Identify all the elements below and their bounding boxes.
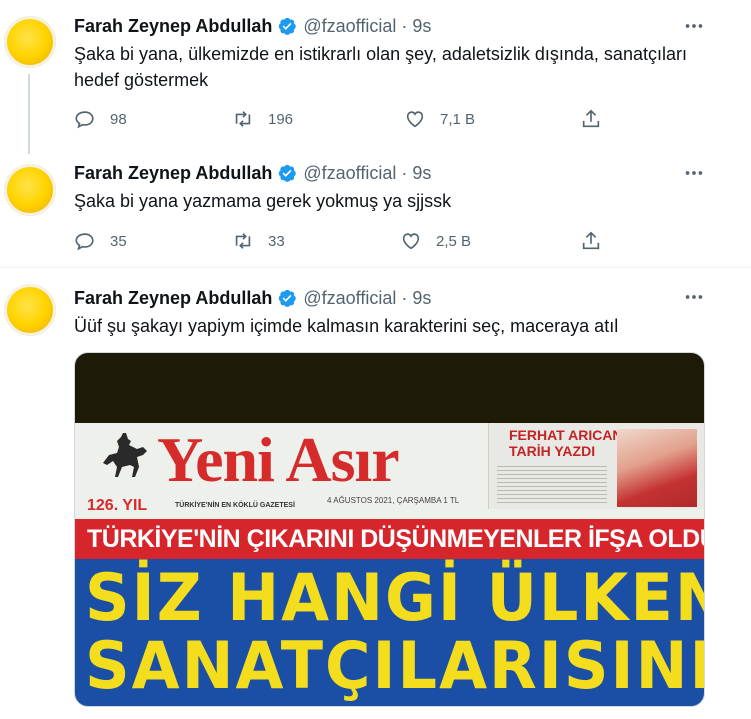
side-story-title-line-2: TARİH YAZDI: [509, 443, 596, 459]
more-options-icon[interactable]: [683, 15, 705, 37]
share-icon: [582, 109, 600, 128]
newspaper-side-story: FERHAT ARICAN TARİH YAZDI: [488, 423, 704, 509]
reply-count: 98: [110, 110, 127, 128]
retweet-count: 196: [268, 110, 294, 128]
separator-dot: ·: [401, 15, 408, 36]
more-options-icon[interactable]: [683, 162, 705, 184]
retweet-button[interactable]: 196: [232, 106, 293, 132]
retweet-icon: [235, 233, 251, 249]
share-icon: [582, 231, 600, 250]
avatar[interactable]: [4, 16, 56, 68]
tweet-header: Farah Zeynep Abdullah @fzaofficial · 9s: [74, 14, 431, 38]
tweet-1[interactable]: Farah Zeynep Abdullah @fzaofficial · 9s …: [0, 0, 751, 154]
tweet-header: Farah Zeynep Abdullah @fzaofficial · 9s: [74, 161, 431, 185]
newspaper-masthead: Yeni Asır: [157, 424, 400, 495]
tweet-actions: 35 33 2,5 B: [74, 228, 614, 254]
tweet-text: Üüf şu şakayı yapiym içimde kalmasın kar…: [74, 316, 619, 336]
share-button[interactable]: [580, 106, 602, 132]
share-button[interactable]: [580, 228, 602, 254]
verified-badge-icon: [279, 164, 297, 182]
timestamp[interactable]: 9s: [412, 288, 431, 309]
newspaper-year: 126. YIL: [87, 497, 148, 514]
like-count: 7,1 B: [440, 110, 476, 128]
horse-rider-logo-icon: [103, 433, 147, 477]
like-button[interactable]: 2,5 B: [400, 228, 471, 254]
separator-dot: ·: [401, 287, 408, 308]
author-name[interactable]: Farah Zeynep Abdullah: [74, 16, 272, 37]
verified-badge-icon: [279, 289, 297, 307]
like-count: 2,5 B: [436, 232, 472, 250]
main-headline-line-2: SANATÇILARISINIZ: [85, 627, 705, 704]
reply-button[interactable]: 35: [74, 228, 127, 254]
author-name[interactable]: Farah Zeynep Abdullah: [74, 288, 272, 309]
newspaper-front-page: Yeni Asır 126. YIL TÜRKİYE'NİN EN KÖKLÜ …: [75, 423, 705, 706]
like-icon: [402, 233, 420, 250]
tweet-text: Şaka bi yana yazmama gerek yokmuş ya sjj…: [74, 191, 452, 211]
avatar[interactable]: [4, 164, 56, 216]
tweet-2[interactable]: Farah Zeynep Abdullah @fzaofficial · 9s …: [0, 150, 751, 267]
tweet-actions: 98 196 7,1 B: [74, 106, 614, 132]
reply-count: 35: [110, 232, 127, 250]
side-story-photo: [617, 429, 697, 507]
tweet-media-image[interactable]: Yeni Asır 126. YIL TÜRKİYE'NİN EN KÖKLÜ …: [74, 352, 705, 707]
newspaper-slogan: TÜRKİYE'NİN EN KÖKLÜ GAZETESİ: [175, 502, 295, 509]
newspaper-date: 4 AĞUSTOS 2021, ÇARŞAMBA 1 TL: [327, 496, 460, 505]
main-headline-line-1: SİZ HANGİ ÜLKENİN: [85, 559, 704, 636]
timestamp[interactable]: 9s: [412, 163, 431, 184]
tweet-text: Şaka bi yana, ülkemizde en istikrarlı ol…: [74, 44, 687, 90]
timestamp[interactable]: 9s: [412, 16, 431, 37]
side-story-title: FERHAT ARICAN TARİH YAZDI: [509, 427, 623, 459]
author-handle[interactable]: @fzaofficial: [303, 163, 396, 184]
reply-button[interactable]: 98: [74, 106, 127, 132]
tweet-header: Farah Zeynep Abdullah @fzaofficial · 9s: [74, 286, 431, 310]
retweet-icon: [235, 111, 251, 127]
verified-badge-icon: [279, 17, 297, 35]
side-story-body-text: [497, 463, 607, 503]
more-options-icon[interactable]: [683, 286, 705, 308]
thread-line: [28, 74, 30, 154]
like-button[interactable]: 7,1 B: [404, 106, 475, 132]
red-headline: TÜRKİYE'NİN ÇIKARINI DÜŞÜNMEYENLER İFŞA …: [75, 519, 704, 559]
author-handle[interactable]: @fzaofficial: [303, 16, 396, 37]
main-headline-area: SİZ HANGİ ÜLKENİN SANATÇILARISINIZ: [75, 559, 705, 706]
reply-icon: [75, 233, 94, 251]
side-story-title-line-1: FERHAT ARICAN: [509, 427, 623, 443]
retweet-count: 33: [268, 232, 285, 250]
like-icon: [406, 111, 424, 128]
reply-icon: [75, 111, 94, 129]
author-handle[interactable]: @fzaofficial: [303, 288, 396, 309]
author-name[interactable]: Farah Zeynep Abdullah: [74, 163, 272, 184]
avatar[interactable]: [4, 284, 56, 336]
retweet-button[interactable]: 33: [232, 228, 285, 254]
separator-dot: ·: [401, 162, 408, 183]
